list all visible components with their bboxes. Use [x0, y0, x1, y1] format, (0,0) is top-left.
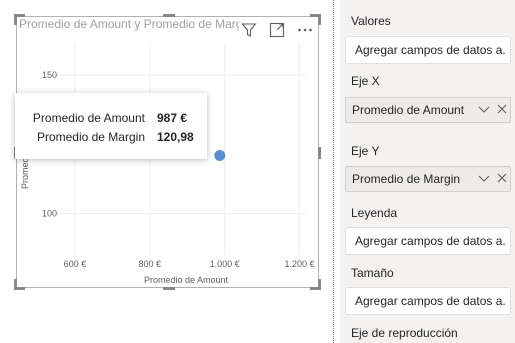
values-drop-zone[interactable]: Agregar campos de datos a...	[345, 36, 511, 64]
x-tick-label: 1.000 €	[210, 259, 240, 269]
x-tick-label: 1.200 €	[284, 259, 314, 269]
data-point[interactable]	[214, 149, 226, 161]
chevron-down-icon[interactable]	[477, 171, 491, 190]
resize-handle-bottom[interactable]	[163, 287, 175, 290]
tooltip-label: Promedio de Amount	[32, 111, 145, 125]
drop-zone-placeholder: Agregar campos de datos a...	[355, 294, 505, 308]
data-point-tooltip: Promedio de Amount 987 € Promedio de Mar…	[15, 93, 207, 159]
remove-field-icon[interactable]	[496, 102, 508, 121]
pane-divider	[333, 0, 334, 343]
resize-handle-right[interactable]	[318, 147, 321, 159]
y-tick-label: 150	[42, 70, 57, 80]
well-label-y-axis: Eje Y	[351, 144, 380, 158]
chevron-down-icon[interactable]	[477, 102, 491, 121]
remove-field-icon[interactable]	[496, 171, 508, 190]
well-label-values: Valores	[351, 14, 391, 28]
x-tick-label: 800 €	[139, 259, 162, 269]
x-tick-label: 600 €	[64, 259, 87, 269]
drop-zone-placeholder: Agregar campos de datos a...	[355, 234, 505, 248]
field-name: Promedio de Margin	[352, 172, 461, 186]
legend-drop-zone[interactable]: Agregar campos de datos a...	[345, 227, 511, 255]
drop-zone-placeholder: Agregar campos de datos a...	[355, 43, 505, 57]
tooltip-value: 987 €	[157, 111, 188, 125]
focus-mode-icon[interactable]	[268, 21, 286, 39]
y-axis-field-pill[interactable]: Promedio de Margin	[345, 166, 511, 192]
fields-pane: Valores Agregar campos de datos a... Eje…	[340, 0, 515, 343]
field-name: Promedio de Amount	[352, 103, 465, 117]
well-label-x-axis: Eje X	[351, 74, 380, 88]
size-drop-zone[interactable]: Agregar campos de datos a...	[345, 287, 511, 315]
tooltip-row-amount: Promedio de Amount 987 €	[15, 111, 207, 127]
x-axis-title: Promedio de Amount	[144, 275, 229, 285]
tooltip-row-margin: Promedio de Margin 120,98	[15, 130, 207, 146]
filter-icon[interactable]	[240, 21, 258, 39]
well-label-play-axis: Eje de reproducción	[351, 326, 458, 340]
visual-header	[240, 21, 314, 39]
y-tick-label: 100	[42, 209, 57, 219]
more-options-icon[interactable]	[296, 21, 314, 39]
tooltip-value: 120,98	[157, 130, 194, 144]
well-label-size: Tamaño	[351, 266, 394, 280]
well-label-legend: Leyenda	[351, 206, 398, 220]
tooltip-label: Promedio de Margin	[36, 130, 145, 144]
visual-title: Promedio de Amount y Promedio de Margin	[19, 17, 239, 31]
x-axis-field-pill[interactable]: Promedio de Amount	[345, 97, 511, 123]
